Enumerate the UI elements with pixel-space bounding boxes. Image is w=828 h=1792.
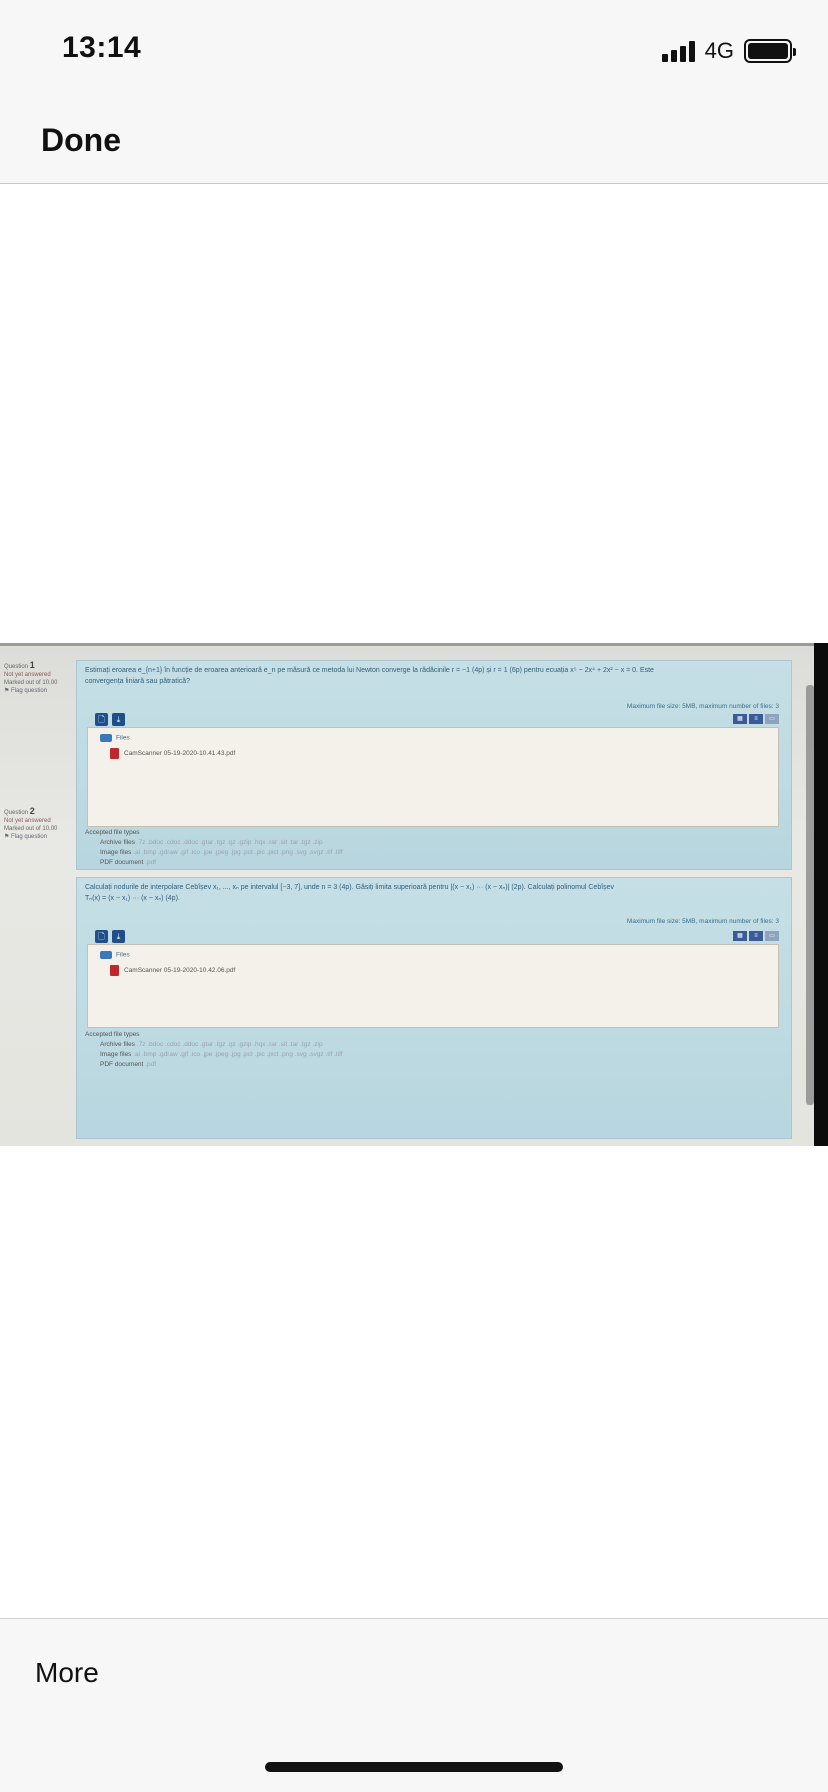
done-button[interactable]: Done xyxy=(41,122,121,159)
accepted-title: Accepted file types xyxy=(85,1031,140,1038)
pdf-file-icon xyxy=(110,965,119,976)
network-type: 4G xyxy=(704,38,734,63)
cellular-signal-icon xyxy=(661,40,695,62)
accepted-type: Archive files xyxy=(100,1041,136,1049)
accepted-extensions: .pdf xyxy=(145,1061,157,1069)
view-list-button[interactable]: ≡ xyxy=(749,714,763,724)
question-1-info: Question 1 Not yet answered Marked out o… xyxy=(4,659,68,695)
file-name: CamScanner 05-19-2020-10.41.43.pdf xyxy=(124,750,236,757)
files-folder-label: Files xyxy=(116,951,130,959)
files-folder[interactable]: Files xyxy=(100,951,130,959)
accepted-row: PDF document .pdf xyxy=(85,1060,343,1070)
accepted-type: Image files xyxy=(100,1051,132,1059)
question-text-line: Estimați eroarea e_{n+1} în funcție de e… xyxy=(85,667,654,674)
accepted-row: Image files .ai .bmp .gdraw .gif .ico .j… xyxy=(85,848,343,858)
question-text-line: Calculați nodurile de interpolare Cebîșe… xyxy=(85,884,615,891)
question-2-info: Question 2 Not yet answered Marked out o… xyxy=(4,805,68,841)
download-button[interactable]: ⤓ xyxy=(112,713,125,726)
question-1-box: Estimați eroarea e_{n+1} în funcție de e… xyxy=(76,660,792,870)
flag-question-label: Flag question xyxy=(11,688,48,695)
home-indicator[interactable] xyxy=(265,1762,563,1772)
file-name: CamScanner 05-19-2020-10.42.06.pdf xyxy=(124,967,236,974)
question-number: 1 xyxy=(29,660,35,670)
viewer-footer: More xyxy=(0,1618,828,1792)
monitor-bezel xyxy=(814,643,828,1146)
accepted-type: Image files xyxy=(100,849,132,857)
add-file-button[interactable]: 🗋 xyxy=(95,930,108,943)
add-file-button[interactable]: 🗋 xyxy=(95,713,108,726)
flag-question-label: Flag question xyxy=(11,834,48,841)
accepted-row: PDF document .pdf xyxy=(85,858,343,868)
pdf-file-icon xyxy=(110,748,119,759)
photo-image: Question 1 Not yet answered Marked out o… xyxy=(0,643,828,1146)
question-marks: Marked out of 10.00 xyxy=(4,826,58,833)
accepted-row: Image files .ai .bmp .gdraw .gif .ico .j… xyxy=(85,1050,343,1060)
accepted-type: PDF document xyxy=(100,859,144,867)
accepted-extensions: .7z .bdoc .cdoc .ddoc .gtar .tgz .gz .gz… xyxy=(136,839,323,847)
view-tree-button[interactable]: ▭ xyxy=(765,931,779,941)
question-marks: Marked out of 10.00 xyxy=(4,680,58,687)
accepted-extensions: .ai .bmp .gdraw .gif .ico .jpe .jpeg .jp… xyxy=(133,1051,343,1059)
question-number: 2 xyxy=(29,806,35,816)
question-text-line: convergența liniară sau pătratică? xyxy=(85,677,191,685)
flag-question-link[interactable]: ⚑ Flag question xyxy=(4,687,68,695)
status-indicators: 4G xyxy=(661,36,796,66)
accepted-extensions: .7z .bdoc .cdoc .ddoc .gtar .tgz .gz .gz… xyxy=(136,1041,323,1049)
accepted-row: Archive files .7z .bdoc .cdoc .ddoc .gta… xyxy=(85,838,343,848)
files-folder-label: Files xyxy=(116,734,130,742)
question-label: Question xyxy=(4,810,29,816)
status-time: 13:14 xyxy=(62,31,142,64)
accepted-type: Archive files xyxy=(100,839,136,847)
folder-icon xyxy=(100,734,112,742)
folder-icon xyxy=(100,951,112,959)
screen-scrollbar xyxy=(806,685,814,1105)
question-text-line: Tₙ(x) = (x − x₁) ··· (x − xₙ) (4p). xyxy=(85,894,180,902)
question-state: Not yet answered xyxy=(4,672,51,679)
file-item[interactable]: CamScanner 05-19-2020-10.42.06.pdf xyxy=(110,965,235,976)
more-button[interactable]: More xyxy=(35,1657,99,1689)
files-area[interactable]: Files CamScanner 05-19-2020-10.41.43.pdf xyxy=(87,727,779,827)
accepted-file-types: Accepted file types Archive files .7z .b… xyxy=(85,1030,343,1070)
question-2-text: Calculați nodurile de interpolare Cebîșe… xyxy=(85,883,781,904)
flag-icon: ⚑ xyxy=(4,834,12,841)
view-icons-button[interactable]: ▦ xyxy=(733,714,747,724)
max-file-size: Maximum file size: 5MB, maximum number o… xyxy=(626,918,779,925)
files-folder[interactable]: Files xyxy=(100,734,130,742)
viewer-header: Done xyxy=(0,100,828,184)
view-mode-buttons: ▦ ≡ ▭ xyxy=(733,931,779,941)
accepted-row: Archive files .7z .bdoc .cdoc .ddoc .gta… xyxy=(85,1040,343,1050)
file-picker-buttons: 🗋 ⤓ xyxy=(95,713,125,726)
accepted-extensions: .ai .bmp .gdraw .gif .ico .jpe .jpeg .jp… xyxy=(133,849,343,857)
accepted-type: PDF document xyxy=(100,1061,144,1069)
download-button[interactable]: ⤓ xyxy=(112,930,125,943)
accepted-extensions: .pdf xyxy=(145,859,157,867)
question-1-text: Estimați eroarea e_{n+1} în funcție de e… xyxy=(85,666,781,687)
question-label: Question xyxy=(4,664,29,670)
file-item[interactable]: CamScanner 05-19-2020-10.41.43.pdf xyxy=(110,748,235,759)
max-file-size: Maximum file size: 5MB, maximum number o… xyxy=(626,703,779,710)
status-bar: 13:14 4G xyxy=(0,0,828,100)
accepted-title: Accepted file types xyxy=(85,829,140,836)
view-mode-buttons: ▦ ≡ ▭ xyxy=(733,714,779,724)
view-tree-button[interactable]: ▭ xyxy=(765,714,779,724)
files-area[interactable]: Files CamScanner 05-19-2020-10.42.06.pdf xyxy=(87,944,779,1028)
photo-edge xyxy=(0,643,828,646)
flag-question-link[interactable]: ⚑ Flag question xyxy=(4,833,68,841)
file-picker-buttons: 🗋 ⤓ xyxy=(95,930,125,943)
accepted-file-types: Accepted file types Archive files .7z .b… xyxy=(85,828,343,868)
question-2-box: Calculați nodurile de interpolare Cebîșe… xyxy=(76,877,792,1139)
view-list-button[interactable]: ≡ xyxy=(749,931,763,941)
flag-icon: ⚑ xyxy=(4,688,12,695)
battery-icon xyxy=(744,39,796,63)
question-state: Not yet answered xyxy=(4,818,51,825)
view-icons-button[interactable]: ▦ xyxy=(733,931,747,941)
